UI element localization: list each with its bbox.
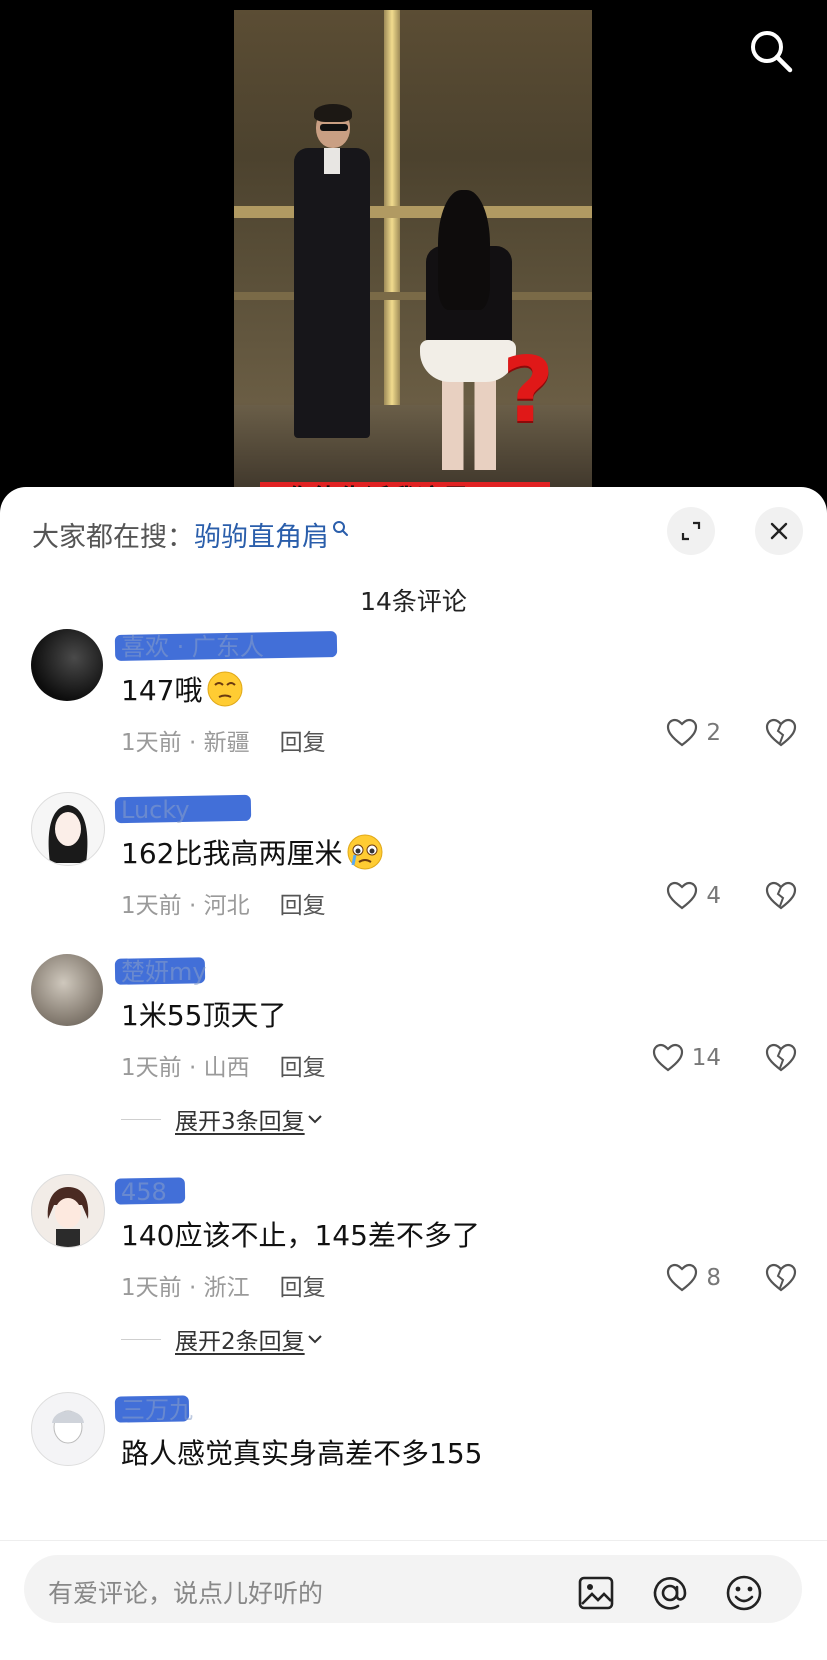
hot-search-prefix: 大家都在搜： [32, 522, 194, 553]
like-count: 4 [706, 883, 721, 909]
comment-meta: 1天前 · 新疆 回复 [121, 723, 326, 757]
broken-heart-icon[interactable] [765, 718, 797, 752]
comment-count: 14条评论 [360, 587, 467, 616]
expand-replies-button[interactable]: 展开3条回复 [121, 1102, 325, 1136]
comment-username[interactable]: 三万九 [114, 1394, 193, 1426]
comment-text: 147哦 [121, 669, 244, 715]
image-icon[interactable] [576, 1573, 616, 1613]
like-count: 8 [706, 1265, 721, 1291]
heart-icon [667, 881, 698, 910]
reply-button[interactable]: 回复 [280, 1055, 326, 1081]
comment-username[interactable]: 喜欢 · 广东人 [114, 631, 338, 663]
search-icon[interactable] [746, 26, 796, 76]
comment-username[interactable]: Lucky [114, 794, 252, 826]
avatar[interactable] [31, 1174, 105, 1248]
avatar[interactable] [31, 629, 103, 701]
like-count: 14 [691, 1045, 721, 1071]
like-count: 2 [706, 720, 721, 746]
video-player[interactable]: ? 你能告诉我这是140 [0, 0, 827, 500]
emoji-icon[interactable] [724, 1573, 764, 1613]
heart-icon [652, 1043, 683, 1072]
broken-heart-icon[interactable] [765, 881, 797, 915]
hot-search-keyword[interactable]: 驹驹直角肩 [194, 522, 329, 553]
like-button[interactable]: 14 [652, 1043, 721, 1073]
video-frame: ? 你能告诉我这是140 [234, 10, 592, 500]
like-button[interactable]: 2 [666, 718, 721, 748]
divider [121, 1118, 161, 1120]
comment-time-location: 1天前 · 新疆 [121, 730, 250, 756]
divider [121, 1338, 161, 1340]
video-rail-lower [234, 292, 592, 300]
avatar[interactable] [31, 954, 103, 1026]
question-mark-icon: ? [502, 338, 555, 443]
comment-time-location: 1天前 · 浙江 [121, 1275, 250, 1301]
comment-text: 140应该不止，145差不多了 [121, 1219, 480, 1252]
avatar[interactable] [31, 792, 105, 866]
comment-text: 162比我高两厘米 [121, 832, 384, 878]
comment-input-placeholder: 有爱评论，说点儿好听的 [48, 1579, 324, 1608]
like-button[interactable]: 4 [666, 881, 721, 911]
comment-meta: 1天前 · 山西 回复 [121, 1048, 326, 1082]
expand-replies-button[interactable]: 展开2条回复 [121, 1322, 325, 1356]
heart-icon [667, 718, 698, 747]
comment-input-bar: 有爱评论，说点儿好听的 [0, 1540, 827, 1660]
chevron-down-icon [307, 1115, 322, 1124]
comment-panel: 大家都在搜：驹驹直角肩 14条评论 喜欢 · 广东人 147哦 1天前 · 新疆… [0, 487, 827, 1659]
eye-roll-emoji-icon [206, 670, 244, 715]
comment-username[interactable]: 458 [114, 1176, 186, 1208]
reply-button[interactable]: 回复 [280, 1275, 326, 1301]
comment-input[interactable]: 有爱评论，说点儿好听的 [24, 1555, 802, 1623]
broken-heart-icon[interactable] [765, 1263, 797, 1297]
comment-meta: 1天前 · 浙江 回复 [121, 1268, 326, 1302]
like-button[interactable]: 8 [666, 1263, 721, 1293]
mention-icon[interactable] [650, 1573, 690, 1613]
comment-time-location: 1天前 · 山西 [121, 1055, 250, 1081]
avatar[interactable] [31, 1392, 105, 1466]
comment-meta: 1天前 · 河北 回复 [121, 886, 326, 920]
pleading-emoji-icon [346, 833, 384, 878]
comment-text: 路人感觉真实身高差不多155 [121, 1437, 483, 1470]
hot-search[interactable]: 大家都在搜：驹驹直角肩 [32, 515, 349, 554]
heart-icon [667, 1263, 698, 1292]
search-small-icon [331, 515, 349, 546]
video-man-figure [294, 104, 370, 438]
expand-icon[interactable] [667, 507, 715, 555]
broken-heart-icon[interactable] [765, 1043, 797, 1077]
chevron-down-icon [307, 1335, 322, 1344]
reply-button[interactable]: 回复 [280, 893, 326, 919]
comment-text: 1米55顶天了 [121, 999, 287, 1032]
comment-time-location: 1天前 · 河北 [121, 893, 250, 919]
video-rail [234, 206, 592, 218]
reply-button[interactable]: 回复 [280, 730, 326, 756]
close-icon[interactable] [755, 507, 803, 555]
comment-username[interactable]: 楚妍my [114, 956, 207, 988]
